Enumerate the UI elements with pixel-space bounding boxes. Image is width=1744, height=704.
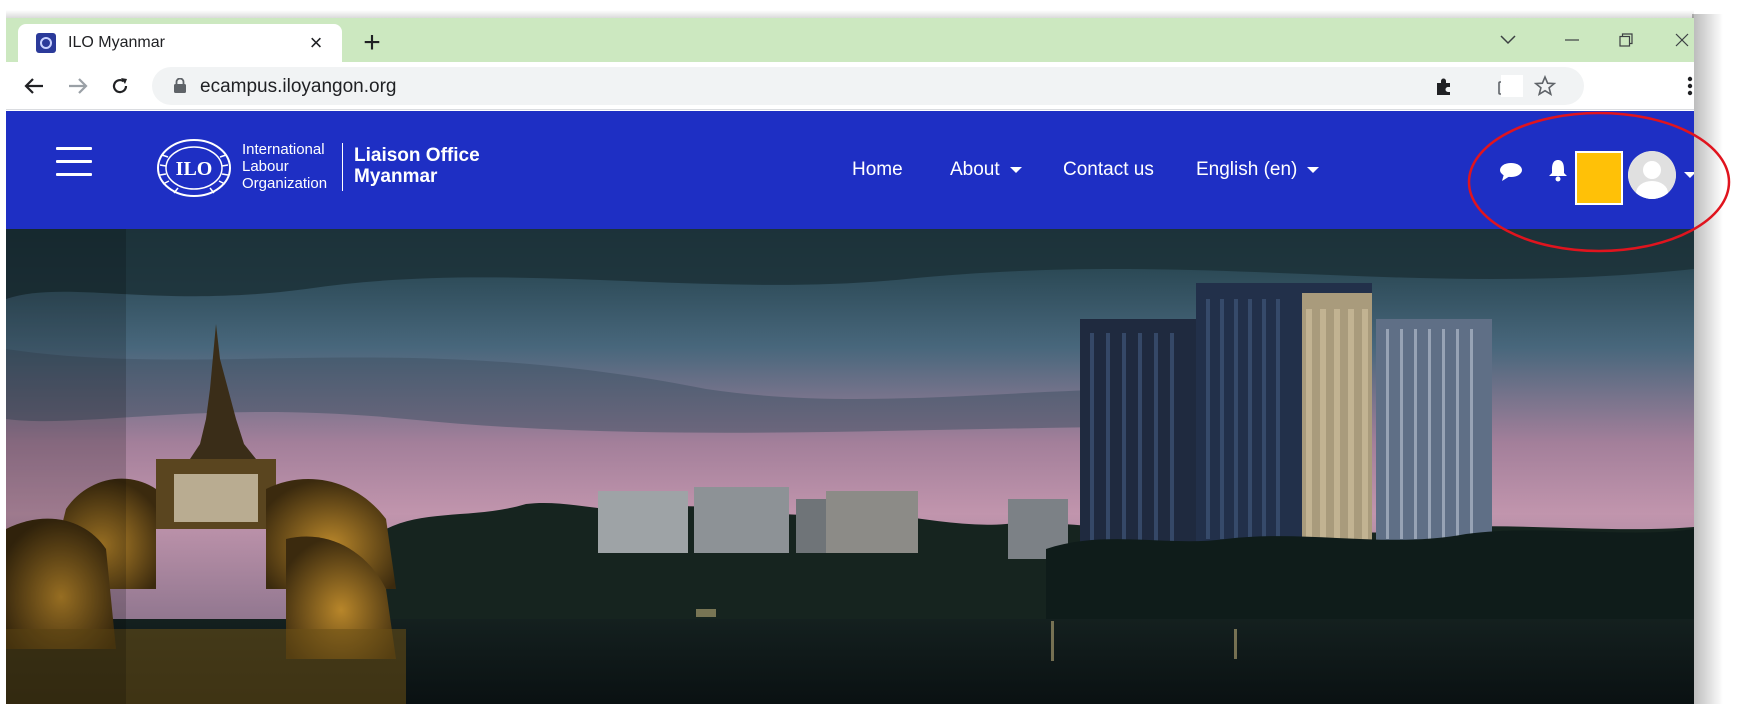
minimize-icon[interactable]	[1552, 26, 1592, 54]
back-icon[interactable]	[16, 68, 52, 104]
nav-home[interactable]: Home	[852, 159, 903, 181]
url-text: ecampus.iloyangon.org	[200, 76, 397, 97]
ilo-emblem-icon[interactable]: ILO	[154, 137, 234, 199]
reload-icon[interactable]	[102, 68, 138, 104]
svg-text:ILO: ILO	[176, 158, 213, 180]
nav-about[interactable]: About	[950, 159, 1022, 181]
browser-tab[interactable]: ILO Myanmar ×	[18, 24, 342, 62]
language-label: English ‎(en)‎	[1196, 159, 1298, 180]
tab-search-icon[interactable]	[1488, 26, 1528, 54]
tab-strip: ILO Myanmar × +	[6, 18, 1694, 62]
chevron-down-icon	[1307, 167, 1320, 173]
tab-title: ILO Myanmar	[68, 34, 165, 51]
new-tab-button[interactable]: +	[356, 28, 388, 60]
favicon-icon	[36, 33, 56, 53]
browser-toolbar: ecampus.iloyangon.org	[6, 62, 1694, 110]
office-name[interactable]: Liaison Office Myanmar	[354, 145, 480, 187]
annotation-ellipse	[1466, 110, 1732, 254]
office-name-line2: Myanmar	[354, 166, 438, 187]
address-bar[interactable]: ecampus.iloyangon.org	[152, 67, 1584, 105]
star-icon[interactable]	[1534, 75, 1556, 97]
nav-contact-label: Contact us	[1063, 159, 1154, 180]
ilo-wordmark-line2: Labour	[242, 158, 289, 175]
ilo-wordmark-line1: International	[242, 141, 325, 158]
profile-slot-icon[interactable]	[1494, 68, 1530, 104]
ilo-wordmark-line3: Organization	[242, 175, 328, 192]
forward-icon[interactable]	[60, 68, 96, 104]
nav-contact[interactable]: Contact us	[1063, 159, 1154, 181]
site-header: ILO International Labour Organization Li…	[6, 111, 1694, 229]
nav-home-label: Home	[852, 159, 903, 180]
ilo-wordmark: International Labour Organization	[242, 141, 327, 192]
office-name-line1: Liaison Office	[354, 145, 480, 166]
browser-menu-icon[interactable]	[1672, 68, 1694, 104]
chevron-down-icon	[1009, 167, 1022, 173]
hamburger-icon[interactable]	[56, 147, 92, 177]
extensions-icon[interactable]	[1426, 68, 1462, 104]
close-window-icon[interactable]	[1662, 26, 1694, 54]
nav-about-label: About	[950, 159, 1000, 180]
browser-window: ILO Myanmar × + ecampus.iloyangon.org IL…	[6, 18, 1694, 704]
hero-image	[6, 229, 1694, 704]
restore-icon[interactable]	[1606, 26, 1646, 54]
logo-divider	[342, 143, 343, 191]
language-menu[interactable]: English ‎(en)‎	[1196, 159, 1320, 181]
lock-icon[interactable]	[174, 77, 186, 98]
tab-close-icon[interactable]: ×	[304, 31, 328, 55]
